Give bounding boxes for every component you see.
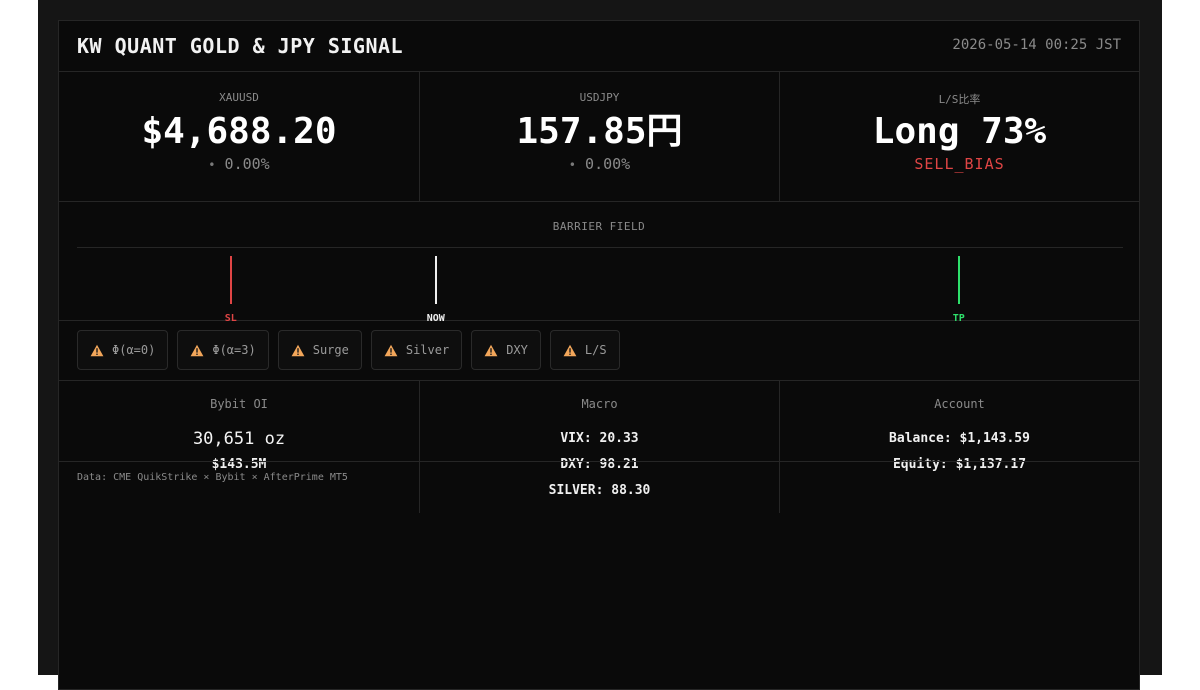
tile-value: 157.85円 xyxy=(516,111,683,152)
tile-value: Long 73% xyxy=(872,111,1047,152)
signal-panel: KW QUANT GOLD & JPY SIGNAL 2026-05-14 00… xyxy=(58,20,1140,690)
macro-silver: SILVER: 88.30 xyxy=(548,483,651,498)
tile-change: • 0.00% xyxy=(420,155,779,173)
alert-chip-label: L/S xyxy=(584,343,607,357)
warning-icon xyxy=(384,344,398,356)
account-balance: Balance: $1,143.59 xyxy=(889,431,1030,446)
barrier-divider xyxy=(77,247,1123,248)
barrier-label-now: NOW xyxy=(426,313,445,324)
oi-amount: 30,651 oz xyxy=(192,429,286,449)
change-value: 0.00% xyxy=(224,155,270,173)
data-source-note: Data: CME QuikStrike × Bybit × AfterPrim… xyxy=(77,472,348,483)
tile-change: • 0.00% xyxy=(59,155,419,173)
alert-chip[interactable]: Surge xyxy=(277,330,362,370)
alert-chip[interactable]: L/S xyxy=(549,330,620,370)
alert-chip[interactable]: Silver xyxy=(370,330,463,370)
stat-account: Account Balance: $1,143.59 Equity: $1,13… xyxy=(779,381,1139,513)
alert-chip-label: Silver xyxy=(405,343,450,357)
tile-label: USDJPY xyxy=(579,91,620,104)
stat-title: Macro xyxy=(581,397,618,411)
timestamp: 2026-05-14 00:25 JST xyxy=(952,37,1121,53)
change-value: 0.00% xyxy=(585,155,631,173)
app-frame: KW QUANT GOLD & JPY SIGNAL 2026-05-14 00… xyxy=(38,0,1162,690)
bias-label: SELL_BIAS xyxy=(914,155,1005,173)
alert-chip[interactable]: Φ(α=3) xyxy=(177,330,269,370)
stat-title: Bybit OI xyxy=(210,397,268,411)
page-title: KW QUANT GOLD & JPY SIGNAL xyxy=(77,34,404,58)
alert-chip[interactable]: Φ(α=0) xyxy=(77,330,169,370)
stat-bybit-oi: Bybit OI 30,651 oz $143.5M xyxy=(59,381,419,513)
alert-chip-label: Φ(α=0) xyxy=(112,343,156,357)
row-divider xyxy=(59,461,1139,462)
tile-usdjpy: USDJPY 157.85円 • 0.00% xyxy=(419,71,779,201)
macro-vix: VIX: 20.33 xyxy=(560,431,639,446)
warning-icon xyxy=(291,344,305,356)
tile-label: L/S比率 xyxy=(938,93,981,106)
tile-value: $4,688.20 xyxy=(141,111,337,152)
barrier-label-sl: SL xyxy=(224,313,237,324)
stats-row: Bybit OI 30,651 oz $143.5M Macro VIX: 20… xyxy=(59,381,1139,513)
alert-chip-label: DXY xyxy=(506,343,528,357)
tile-ls-ratio: L/S比率 Long 73% SELL_BIAS xyxy=(779,71,1139,201)
stat-title: Account xyxy=(934,397,985,411)
alert-chip-label: Surge xyxy=(312,343,349,357)
barrier-title: BARRIER FIELD xyxy=(552,220,646,233)
price-tiles: XAUUSD $4,688.20 • 0.00% USDJPY 157.85円 … xyxy=(59,71,1139,202)
barrier-label-tp: TP xyxy=(952,313,965,324)
oi-usd: $143.5M xyxy=(211,457,267,472)
alert-chip-label: Φ(α=3) xyxy=(212,343,256,357)
barrier-marker-tp xyxy=(957,256,960,304)
alert-chips: Φ(α=0) Φ(α=3) Surge Silver DXY L/S xyxy=(77,330,620,372)
warning-icon xyxy=(90,344,104,356)
barrier-field: BARRIER FIELD SL NOW TP xyxy=(59,202,1139,324)
barrier-marker-now xyxy=(434,256,437,304)
warning-icon xyxy=(190,344,204,356)
header: KW QUANT GOLD & JPY SIGNAL 2026-05-14 00… xyxy=(59,21,1139,72)
change-dot: • xyxy=(208,158,216,172)
macro-dxy: DXY: 98.21 xyxy=(560,457,639,472)
barrier-marker-sl xyxy=(229,256,232,304)
account-equity: Equity: $1,137.17 xyxy=(892,457,1027,472)
tile-label: XAUUSD xyxy=(219,91,259,104)
change-dot: • xyxy=(568,158,577,172)
warning-icon xyxy=(563,344,577,356)
warning-icon xyxy=(484,344,498,356)
stat-macro: Macro VIX: 20.33 DXY: 98.21 SILVER: 88.3… xyxy=(419,381,779,513)
alert-chip[interactable]: DXY xyxy=(471,330,541,370)
tile-xauusd: XAUUSD $4,688.20 • 0.00% xyxy=(59,71,419,201)
